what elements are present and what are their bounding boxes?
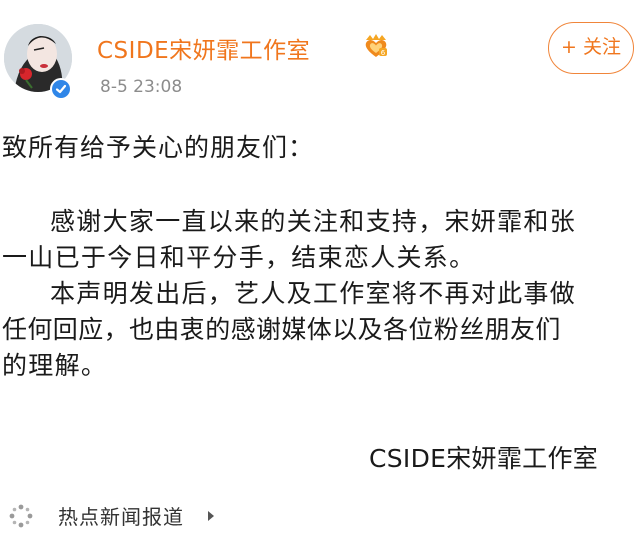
svg-text:6: 6 [381,49,386,57]
sparkle-dots-icon [8,503,34,529]
follow-button[interactable]: + 关注 [548,22,634,74]
hot-news-link[interactable]: 热点新闻报道 [0,495,240,535]
post-paragraph-line: 任何回应，也由衷的感谢媒体以及各位粉丝朋友们 [2,315,561,344]
account-name[interactable]: CSIDE宋妍霏工作室 [97,31,310,65]
post-paragraph-line: 本声明发出后，艺人及工作室将不再对此事做 [50,279,577,308]
crown-heart-icon[interactable]: 6 [362,31,390,59]
triangle-right-icon [206,508,216,522]
hot-news-label: 热点新闻报道 [58,505,184,529]
verified-check-icon [50,78,72,100]
post-header: CSIDE宋妍霏工作室 6 8-5 23:08 + 关注 [0,0,640,120]
post-paragraph-line: 一山已于今日和平分手，结束恋人关系。 [2,243,476,272]
post-paragraph-line: 的理解。 [2,351,108,380]
post-greeting: 致所有给予关心的朋友们： [2,133,315,162]
post-paragraph-line: 感谢大家一直以来的关注和支持，宋妍霏和张 [50,207,577,236]
post-signature: CSIDE宋妍霏工作室 [369,444,599,473]
post-timestamp: 8-5 23:08 [100,77,183,97]
